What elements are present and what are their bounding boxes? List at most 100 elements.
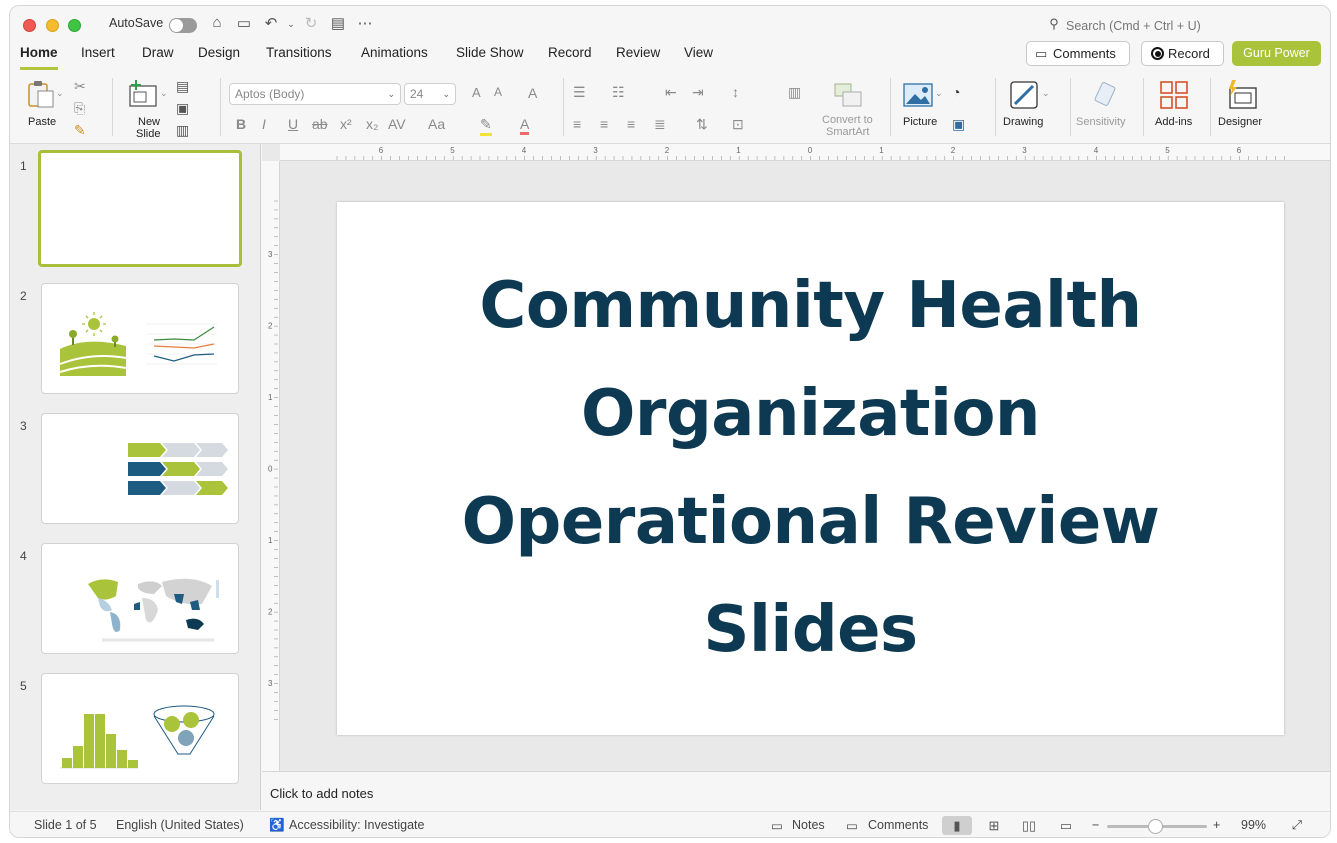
bullets-icon[interactable]: ☰ [573, 84, 586, 101]
drawing-chevron-icon[interactable]: ⌄ [1042, 88, 1050, 99]
tab-animations[interactable]: Animations [361, 44, 428, 70]
new-slide-chevron-icon[interactable]: ⌄ [160, 88, 168, 99]
drawing-button[interactable]: Drawing [1003, 78, 1055, 136]
shrink-font-icon[interactable]: A [494, 85, 502, 99]
zoom-in-icon[interactable]: + [1213, 818, 1220, 832]
save-as-icon[interactable]: ▤ [329, 14, 347, 34]
bold-icon[interactable]: B [236, 116, 246, 132]
undo-dropdown-chevron-icon[interactable]: ⌄ [282, 19, 300, 39]
underline-icon[interactable]: U [288, 116, 298, 132]
notes-pane[interactable]: Click to add notes [262, 771, 1330, 811]
tab-slide-show[interactable]: Slide Show [456, 44, 524, 70]
minimize-window-button[interactable] [46, 19, 59, 32]
tab-view[interactable]: View [684, 44, 713, 70]
highlight-icon[interactable]: ✎ [480, 116, 492, 136]
tab-record[interactable]: Record [548, 44, 592, 70]
justify-icon[interactable]: ≣ [654, 116, 666, 133]
comments-toggle[interactable]: Comments [868, 818, 928, 832]
change-case-icon[interactable]: Aa [428, 116, 445, 132]
align-center-icon[interactable]: ≡ [600, 116, 608, 132]
columns-icon[interactable]: ▥ [788, 84, 801, 101]
comments-button[interactable]: ▭ Comments [1026, 41, 1130, 66]
comments-toggle-icon[interactable]: ▭ [846, 818, 858, 833]
format-painter-icon[interactable]: ✎ [74, 122, 86, 139]
sensitivity-button[interactable]: Sensitivity [1076, 78, 1138, 136]
tab-review[interactable]: Review [616, 44, 660, 70]
cut-icon[interactable]: ✂ [74, 78, 86, 95]
numbering-icon[interactable]: ☷ [612, 84, 625, 101]
tab-design[interactable]: Design [198, 44, 240, 70]
grow-font-icon[interactable]: A [472, 85, 481, 100]
accessibility-status[interactable]: Accessibility: Investigate [289, 818, 424, 832]
home-icon[interactable]: ⌂ [208, 14, 226, 34]
language-indicator[interactable]: English (United States) [116, 818, 244, 832]
convert-to-smartart-button[interactable]: Convert to SmartArt [816, 80, 880, 138]
italic-icon[interactable]: I [262, 116, 266, 132]
reading-view-button[interactable]: ▯▯ [1014, 816, 1044, 835]
layout-icon[interactable]: ▤ [176, 78, 189, 95]
align-left-icon[interactable]: ≡ [573, 116, 581, 132]
slide-title-textbox[interactable]: Community Health Organization Operationa… [377, 252, 1244, 684]
zoom-slider-handle[interactable] [1148, 819, 1163, 834]
tab-insert[interactable]: Insert [81, 44, 115, 70]
slide-sorter-view-button[interactable]: ⊞ [979, 816, 1009, 835]
clear-formatting-icon[interactable]: A [528, 85, 537, 101]
slide-thumbnail-4[interactable] [41, 543, 239, 654]
line-spacing-icon[interactable]: ↕ [732, 84, 739, 100]
search-icon: ⚲ [1049, 16, 1059, 31]
paste-options-chevron-icon[interactable]: ⌄ [56, 88, 64, 99]
tab-home[interactable]: Home [20, 44, 58, 70]
strikethrough-icon[interactable]: ab [312, 116, 328, 132]
section-icon[interactable]: ▥ [176, 122, 189, 139]
undo-icon[interactable]: ↶ [262, 14, 280, 34]
tab-draw[interactable]: Draw [142, 44, 174, 70]
slide-thumbnail-3[interactable] [41, 413, 239, 524]
notes-placeholder[interactable]: Click to add notes [270, 786, 373, 801]
designer-button[interactable]: Designer [1216, 78, 1268, 136]
slide-canvas[interactable]: Community Health Organization Operationa… [337, 202, 1284, 735]
search-input[interactable]: Search (Cmd + Ctrl + U) [1066, 19, 1201, 33]
shapes-icon[interactable]: ◔ [952, 84, 960, 100]
new-slide-button[interactable]: New Slide [124, 78, 172, 140]
autosave-toggle[interactable] [169, 18, 197, 33]
copy-icon[interactable]: ⎘ [74, 100, 85, 117]
close-window-button[interactable] [23, 19, 36, 32]
text-direction-icon[interactable]: ⇅ [696, 116, 708, 133]
slide-thumbnail-5[interactable] [41, 673, 239, 784]
reset-icon[interactable]: ▣ [176, 100, 189, 117]
align-right-icon[interactable]: ≡ [627, 116, 635, 132]
notes-toggle-icon[interactable]: ▭ [771, 818, 783, 833]
zoom-window-button[interactable] [68, 19, 81, 32]
tab-transitions[interactable]: Transitions [266, 44, 332, 70]
slide-thumbnail-pane[interactable]: 1 2 3 4 5 [10, 144, 261, 810]
picture-button[interactable]: Picture [899, 78, 945, 136]
normal-view-button[interactable]: ▮ [942, 816, 972, 835]
decrease-indent-icon[interactable]: ⇤ [665, 84, 677, 101]
accessibility-icon[interactable]: ♿ [269, 818, 285, 833]
slide-thumbnail-2[interactable] [41, 283, 239, 394]
font-name-select[interactable]: Aptos (Body) ⌄ [229, 83, 401, 105]
align-text-icon[interactable]: ⊡ [732, 116, 744, 133]
slide-show-view-button[interactable]: ▭ [1051, 816, 1081, 835]
fit-to-window-icon[interactable]: ⤢ [1292, 818, 1302, 833]
more-commands-icon[interactable]: ⋯ [356, 14, 374, 34]
save-icon[interactable]: ▭ [235, 14, 253, 34]
font-size-select[interactable]: 24 ⌄ [404, 83, 456, 105]
superscript-icon[interactable]: x² [340, 116, 352, 132]
zoom-level[interactable]: 99% [1241, 818, 1266, 832]
text-box-icon[interactable]: ▣ [952, 116, 965, 133]
subscript-icon[interactable]: x₂ [366, 116, 378, 132]
redo-icon[interactable]: ↻ [302, 14, 320, 34]
increase-indent-icon[interactable]: ⇥ [692, 84, 704, 101]
guru-power-button[interactable]: Guru Power [1232, 41, 1321, 66]
character-spacing-icon[interactable]: AV [388, 116, 406, 132]
notes-toggle[interactable]: Notes [792, 818, 825, 832]
font-color-icon[interactable]: A [520, 116, 530, 135]
picture-chevron-icon[interactable]: ⌄ [935, 88, 943, 99]
slide-thumbnail-1[interactable] [38, 150, 242, 267]
slide-editor[interactable]: 6 5 4 3 2 1 0 1 2 3 4 5 6 3 2 1 0 1 2 3 Community Health O… [262, 144, 1330, 771]
paste-button[interactable]: Paste [24, 78, 64, 130]
add-ins-button[interactable]: Add-ins [1152, 78, 1196, 136]
zoom-out-icon[interactable]: − [1092, 818, 1099, 832]
record-button[interactable]: Record [1141, 41, 1224, 66]
